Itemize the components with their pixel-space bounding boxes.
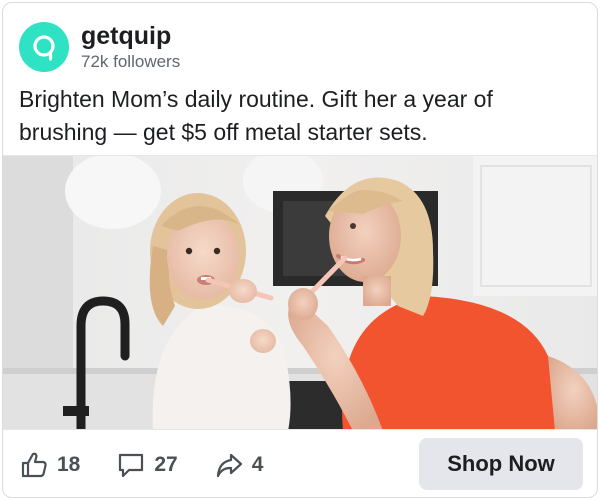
like-count: 18 [57, 452, 81, 476]
quip-logo-icon [33, 35, 55, 61]
share-icon [216, 453, 242, 477]
post-footer: 18 27 4 Shop Now [3, 430, 597, 497]
brand-info: getquip 72k followers [81, 22, 181, 72]
share-action[interactable]: 4 [214, 445, 264, 485]
brand-logo[interactable] [19, 22, 69, 72]
like-action[interactable]: 18 [19, 445, 80, 485]
share-count: 4 [251, 452, 264, 476]
thumbs-up-icon [21, 452, 47, 477]
brushing-teeth-photo [3, 156, 597, 429]
post-header: getquip 72k followers [19, 19, 180, 75]
post-caption: Brighten Mom’s daily routine. Gift her a… [19, 86, 493, 145]
comment-count: 27 [154, 452, 178, 476]
ad-photo[interactable] [3, 155, 597, 430]
comment-icon [119, 453, 144, 477]
brand-name[interactable]: getquip [81, 22, 180, 50]
comment-action[interactable]: 27 [116, 445, 178, 485]
ad-post-card: getquip 72k followers Brighten Mom’s dai… [2, 2, 598, 498]
shop-now-button[interactable]: Shop Now [419, 438, 583, 490]
follower-count: 72k followers [81, 51, 181, 71]
